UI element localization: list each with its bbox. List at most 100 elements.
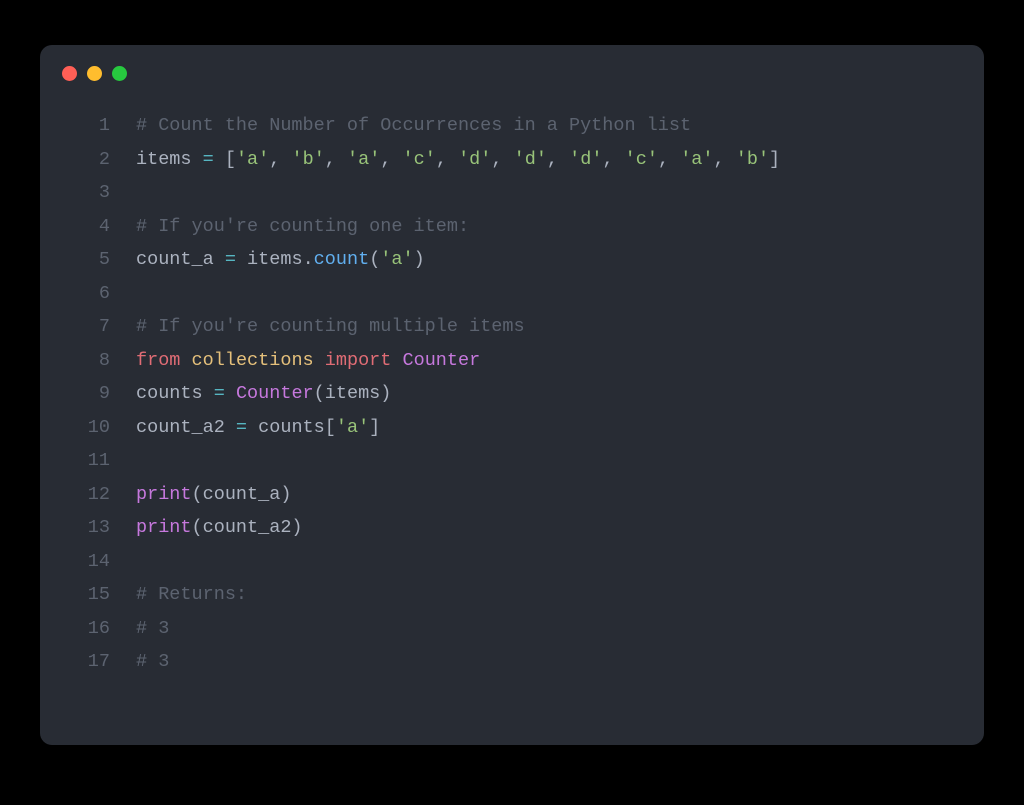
code-line[interactable]: 12print(count_a) bbox=[40, 478, 984, 512]
token-ident bbox=[225, 383, 236, 404]
code-line-content[interactable]: # If you're counting one item: bbox=[136, 210, 984, 244]
code-line-content[interactable] bbox=[136, 444, 984, 478]
editor-window: 1# Count the Number of Occurrences in a … bbox=[40, 45, 984, 745]
line-number: 2 bbox=[40, 143, 136, 177]
code-line[interactable]: 2items = ['a', 'b', 'a', 'c', 'd', 'd', … bbox=[40, 143, 984, 177]
line-number: 7 bbox=[40, 310, 136, 344]
code-line[interactable]: 6 bbox=[40, 277, 984, 311]
token-func: count bbox=[314, 249, 370, 270]
token-ident: items bbox=[136, 149, 203, 170]
token-punct: (count_a) bbox=[192, 484, 292, 505]
code-line[interactable]: 11 bbox=[40, 444, 984, 478]
code-line[interactable]: 1# Count the Number of Occurrences in a … bbox=[40, 109, 984, 143]
line-number: 9 bbox=[40, 377, 136, 411]
token-punct: ( bbox=[369, 249, 380, 270]
token-string: 'd' bbox=[514, 149, 547, 170]
token-op: = bbox=[214, 383, 225, 404]
line-number: 15 bbox=[40, 578, 136, 612]
token-ident: ] bbox=[369, 417, 380, 438]
token-punct: , bbox=[547, 149, 569, 170]
token-op: = bbox=[236, 417, 247, 438]
code-line-content[interactable] bbox=[136, 176, 984, 210]
code-line-content[interactable] bbox=[136, 277, 984, 311]
line-number: 5 bbox=[40, 243, 136, 277]
code-line-content[interactable]: # Count the Number of Occurrences in a P… bbox=[136, 109, 984, 143]
line-number: 6 bbox=[40, 277, 136, 311]
code-line-content[interactable]: # If you're counting multiple items bbox=[136, 310, 984, 344]
token-op: = bbox=[203, 149, 214, 170]
code-line[interactable]: 4# If you're counting one item: bbox=[40, 210, 984, 244]
token-ident: items bbox=[236, 249, 303, 270]
token-punct: ) bbox=[414, 249, 425, 270]
token-comment: # If you're counting multiple items bbox=[136, 316, 525, 337]
token-string: 'a' bbox=[236, 149, 269, 170]
code-line[interactable]: 15# Returns: bbox=[40, 578, 984, 612]
token-punct: , bbox=[269, 149, 291, 170]
titlebar bbox=[40, 45, 984, 101]
token-punct: , bbox=[714, 149, 736, 170]
line-number: 8 bbox=[40, 344, 136, 378]
code-line-content[interactable]: # 3 bbox=[136, 612, 984, 646]
code-line-content[interactable]: # 3 bbox=[136, 645, 984, 679]
code-line-content[interactable]: from collections import Counter bbox=[136, 344, 984, 378]
token-ident: count_a2 bbox=[136, 417, 236, 438]
token-string: 'a' bbox=[347, 149, 380, 170]
token-string: 'a' bbox=[680, 149, 713, 170]
token-keyword: Counter bbox=[236, 383, 314, 404]
code-line-content[interactable]: # Returns: bbox=[136, 578, 984, 612]
token-ident bbox=[314, 350, 325, 371]
code-line-content[interactable]: count_a = items.count('a') bbox=[136, 243, 984, 277]
line-number: 14 bbox=[40, 545, 136, 579]
code-line[interactable]: 3 bbox=[40, 176, 984, 210]
line-number: 17 bbox=[40, 645, 136, 679]
token-string: 'c' bbox=[403, 149, 436, 170]
code-line-content[interactable] bbox=[136, 545, 984, 579]
token-ident bbox=[180, 350, 191, 371]
line-number: 13 bbox=[40, 511, 136, 545]
line-number: 12 bbox=[40, 478, 136, 512]
token-punct: ] bbox=[769, 149, 780, 170]
token-string: 'b' bbox=[736, 149, 769, 170]
line-number: 4 bbox=[40, 210, 136, 244]
token-redkw: from bbox=[136, 350, 180, 371]
code-line[interactable]: 17# 3 bbox=[40, 645, 984, 679]
code-line-content[interactable]: count_a2 = counts['a'] bbox=[136, 411, 984, 445]
token-punct: (count_a2) bbox=[192, 517, 303, 538]
code-line-content[interactable]: items = ['a', 'b', 'a', 'c', 'd', 'd', '… bbox=[136, 143, 984, 177]
token-string: 'd' bbox=[458, 149, 491, 170]
token-string: 'a' bbox=[380, 249, 413, 270]
code-line[interactable]: 13print(count_a2) bbox=[40, 511, 984, 545]
token-redkw: import bbox=[325, 350, 392, 371]
code-editor[interactable]: 1# Count the Number of Occurrences in a … bbox=[40, 101, 984, 679]
token-comment: # If you're counting one item: bbox=[136, 216, 469, 237]
code-line[interactable]: 9counts = Counter(items) bbox=[40, 377, 984, 411]
code-line-content[interactable]: print(count_a) bbox=[136, 478, 984, 512]
code-line[interactable]: 8from collections import Counter bbox=[40, 344, 984, 378]
code-line[interactable]: 7# If you're counting multiple items bbox=[40, 310, 984, 344]
token-punct: , bbox=[658, 149, 680, 170]
code-line[interactable]: 10count_a2 = counts['a'] bbox=[40, 411, 984, 445]
token-ident: counts[ bbox=[247, 417, 336, 438]
close-icon[interactable] bbox=[62, 66, 77, 81]
token-punct: , bbox=[325, 149, 347, 170]
token-comment: # Returns: bbox=[136, 584, 247, 605]
token-string: 'c' bbox=[625, 149, 658, 170]
token-keyword: Counter bbox=[403, 350, 481, 371]
token-punct: (items) bbox=[314, 383, 392, 404]
token-op: = bbox=[225, 249, 236, 270]
code-line[interactable]: 5count_a = items.count('a') bbox=[40, 243, 984, 277]
line-number: 10 bbox=[40, 411, 136, 445]
code-line[interactable]: 14 bbox=[40, 545, 984, 579]
minimize-icon[interactable] bbox=[87, 66, 102, 81]
token-comment: # 3 bbox=[136, 618, 169, 639]
token-ident: count_a bbox=[136, 249, 225, 270]
token-punct: . bbox=[303, 249, 314, 270]
code-line-content[interactable]: counts = Counter(items) bbox=[136, 377, 984, 411]
token-punct: , bbox=[436, 149, 458, 170]
code-line-content[interactable]: print(count_a2) bbox=[136, 511, 984, 545]
token-keyword: print bbox=[136, 484, 192, 505]
token-punct: , bbox=[380, 149, 402, 170]
token-ident: counts bbox=[136, 383, 214, 404]
maximize-icon[interactable] bbox=[112, 66, 127, 81]
code-line[interactable]: 16# 3 bbox=[40, 612, 984, 646]
